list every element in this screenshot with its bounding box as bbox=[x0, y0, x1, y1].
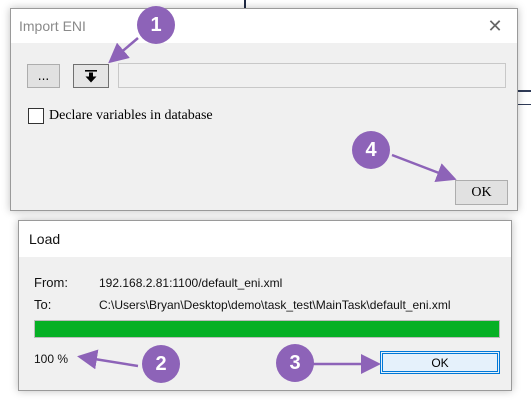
callout-badge-2: 2 bbox=[142, 345, 180, 383]
to-value: C:\Users\Bryan\Desktop\demo\task_test\Ma… bbox=[99, 298, 451, 312]
browse-button[interactable]: ... bbox=[27, 64, 60, 88]
from-value: 192.168.2.81:1100/default_eni.xml bbox=[99, 276, 283, 290]
progress-percent: 100 % bbox=[34, 352, 69, 366]
dialog-title: Load bbox=[29, 231, 61, 247]
load-dialog: Load From: 192.168.2.81:1100/default_eni… bbox=[18, 220, 512, 391]
background-line bbox=[517, 90, 531, 92]
load-ok-button[interactable]: OK bbox=[380, 351, 500, 374]
to-label: To: bbox=[34, 297, 52, 312]
background-line bbox=[517, 104, 531, 105]
progress-fill bbox=[35, 321, 499, 337]
callout-badge-3: 3 bbox=[276, 344, 314, 382]
download-button[interactable] bbox=[73, 64, 109, 88]
title-bar: Import ENI ✕ bbox=[11, 9, 517, 43]
declare-variables-checkbox[interactable] bbox=[28, 108, 44, 124]
close-icon[interactable]: ✕ bbox=[485, 16, 505, 36]
progress-bar bbox=[34, 320, 500, 338]
from-label: From: bbox=[34, 275, 68, 290]
callout-badge-4: 4 bbox=[352, 131, 390, 169]
import-eni-dialog: Import ENI ✕ ... Declare variables in da… bbox=[10, 8, 518, 211]
title-bar: Load bbox=[19, 221, 511, 257]
dialog-title: Import ENI bbox=[19, 18, 86, 34]
background-line bbox=[244, 0, 246, 8]
callout-badge-1: 1 bbox=[137, 6, 175, 44]
eni-path-input[interactable] bbox=[118, 63, 506, 88]
download-arrow-icon bbox=[85, 70, 97, 83]
import-ok-button[interactable]: OK bbox=[455, 180, 508, 205]
declare-variables-label: Declare variables in database bbox=[49, 108, 213, 123]
